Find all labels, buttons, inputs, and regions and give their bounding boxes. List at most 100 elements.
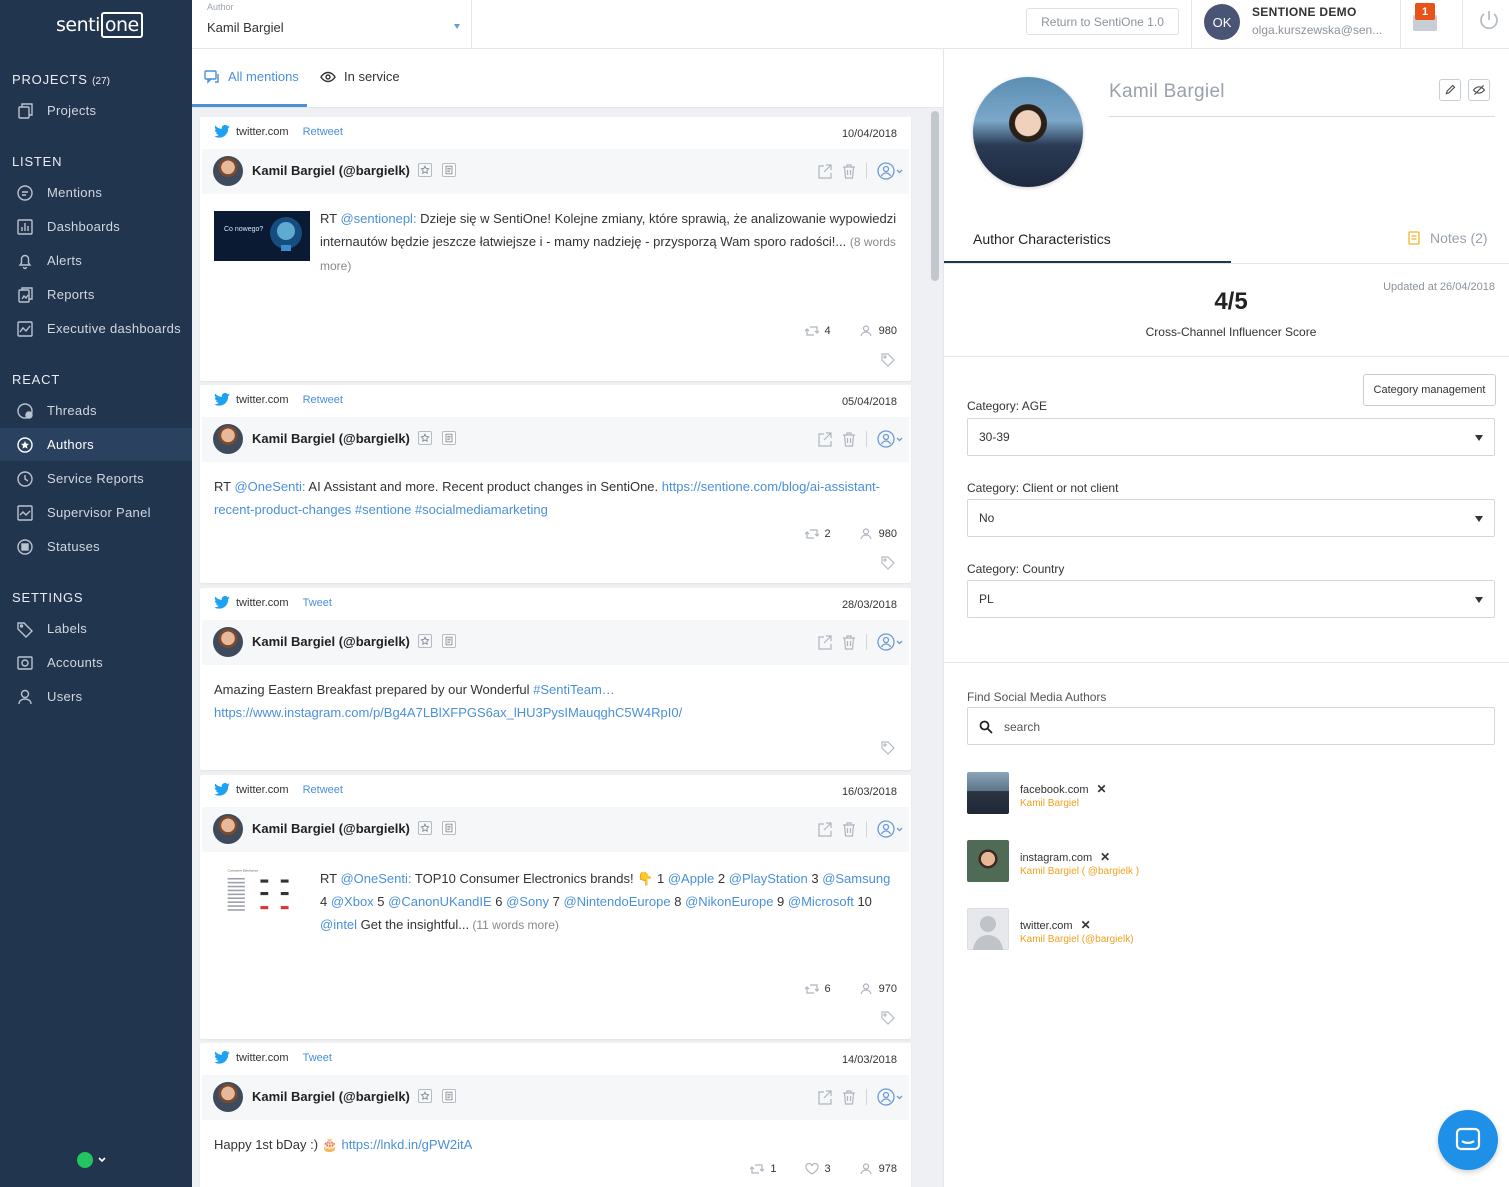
mention-link[interactable]: @Apple [668,871,714,886]
source-domain[interactable]: twitter.com [236,597,289,609]
author-name[interactable]: Kamil Bargiel (@bargielk) [252,1089,410,1104]
mention-link[interactable]: @NikonEurope [685,894,773,909]
assign-user-icon[interactable] [877,1088,903,1106]
note-icon[interactable] [442,634,456,648]
trash-icon[interactable] [842,634,856,650]
online-status-indicator[interactable] [77,1152,93,1168]
source-domain[interactable]: twitter.com [236,126,289,138]
category-country-select[interactable]: PL [967,580,1495,618]
trash-icon[interactable] [842,163,856,179]
post-thumbnail[interactable]: Consumer Electronics [214,867,310,917]
tag-icon[interactable] [881,353,895,367]
star-icon[interactable] [418,821,432,835]
star-icon[interactable] [418,163,432,177]
sidebar-item-authors[interactable]: Authors [0,428,192,461]
mention-link[interactable]: @NintendoEurope [563,894,670,909]
author-name[interactable]: Kamil Bargiel (@bargielk) [252,163,410,178]
account-name[interactable]: Kamil Bargiel (@bargielk) [1020,934,1134,945]
mention-card[interactable]: twitter.com Tweet 28/03/2018 Kamil Bargi… [200,588,911,770]
sidebar-item-supervisor-panel[interactable]: Supervisor Panel [0,496,192,529]
sidebar-item-users[interactable]: Users [0,680,192,713]
tab-notes[interactable]: Notes (2) [1408,230,1488,246]
mention-card[interactable]: twitter.com Retweet 10/04/2018 Kamil Bar… [200,117,911,381]
account-photo[interactable] [967,772,1009,814]
category-age-select[interactable]: 30-39 [967,418,1495,456]
avatar[interactable] [213,627,243,657]
hashtag-link[interactable]: #SentiTeam… [533,682,615,697]
mention-card[interactable]: twitter.com Retweet 16/03/2018 Kamil Bar… [200,775,911,1039]
avatar[interactable] [213,424,243,454]
author-name[interactable]: Kamil Bargiel (@bargielk) [252,431,410,446]
assign-user-icon[interactable] [877,820,903,838]
avatar[interactable] [213,156,243,186]
star-icon[interactable] [418,634,432,648]
tag-icon[interactable] [881,556,895,570]
url-link[interactable]: https://www.instagram.com/p/Bg4A7LBlXFPG… [214,705,682,720]
mention-card[interactable]: twitter.com Tweet 14/03/2018 Kamil Bargi… [200,1043,911,1187]
mention-link[interactable]: @PlayStation [729,871,808,886]
close-icon[interactable]: ✕ [1100,850,1110,864]
chevron-down-icon[interactable] [97,1155,107,1165]
star-icon[interactable] [418,431,432,445]
sidebar-item-threads[interactable]: Threads [0,394,192,427]
feed-scrollbar[interactable] [931,111,939,281]
mention-link[interactable]: @Samsung [822,871,890,886]
sidebar-item-executive-dashboards[interactable]: Executive dashboards [0,312,192,345]
tab-all-mentions[interactable]: All mentions [204,69,299,84]
post-thumbnail[interactable]: Co nowego? [214,211,310,261]
source-domain[interactable]: twitter.com [236,394,289,406]
search-input[interactable] [1004,717,1464,737]
sidebar-item-dashboards[interactable]: Dashboards [0,210,192,243]
mention-link[interactable]: @Xbox [331,894,374,909]
mention-link[interactable]: @OneSenti: [234,479,305,494]
trash-icon[interactable] [842,821,856,837]
trash-icon[interactable] [842,1089,856,1105]
more-words[interactable]: (11 words more) [469,918,558,932]
external-link-icon[interactable] [818,163,832,179]
power-icon[interactable] [1477,8,1501,32]
external-link-icon[interactable] [818,1089,832,1105]
sidebar-item-reports[interactable]: Reports [0,278,192,311]
mention-link[interactable]: @sentionepl: [340,211,416,226]
note-icon[interactable] [442,1089,456,1103]
hashtag-links[interactable]: #sentione #socialmediamarketing [351,502,548,517]
account-name[interactable]: Kamil Bargiel ( @bargielk ) [1020,866,1139,877]
eye-off-icon[interactable] [1468,79,1490,101]
return-to-sentione-button[interactable]: Return to SentiOne 1.0 [1026,8,1179,35]
category-client-select[interactable]: No [967,499,1495,537]
author-select[interactable]: Author Kamil Bargiel [192,0,472,49]
avatar[interactable] [213,1082,243,1112]
sidebar-item-service-reports[interactable]: Service Reports [0,462,192,495]
close-icon[interactable]: ✕ [1081,918,1091,932]
url-link[interactable]: https://lnkd.in/gPW2itA [341,1137,472,1152]
external-link-icon[interactable] [818,634,832,650]
assign-user-icon[interactable] [877,633,903,651]
author-name[interactable]: Kamil Bargiel (@bargielk) [252,821,410,836]
tag-icon[interactable] [881,1011,895,1025]
assign-user-icon[interactable] [877,430,903,448]
mention-link[interactable]: @Sony [506,894,549,909]
trash-icon[interactable] [842,431,856,447]
star-icon[interactable] [418,1089,432,1103]
category-management-button[interactable]: Category management [1363,374,1496,406]
sidebar-item-projects[interactable]: Projects [0,94,192,127]
notifications-button[interactable]: 1 [1409,3,1439,33]
account-name[interactable]: Kamil Bargiel [1020,798,1079,809]
account-photo[interactable] [967,840,1009,882]
note-icon[interactable] [442,821,456,835]
tab-in-service[interactable]: In service [320,69,400,84]
note-icon[interactable] [442,163,456,177]
tag-icon[interactable] [881,741,895,755]
mention-link[interactable]: @CanonUKandIE [388,894,492,909]
sidebar-item-accounts[interactable]: Accounts [0,646,192,679]
chat-widget-button[interactable] [1438,1110,1498,1170]
note-icon[interactable] [442,431,456,445]
external-link-icon[interactable] [818,431,832,447]
default-avatar-icon[interactable] [967,908,1009,950]
mention-card[interactable]: twitter.com Retweet 05/04/2018 Kamil Bar… [200,385,911,583]
sidebar-item-labels[interactable]: Labels [0,612,192,645]
avatar[interactable] [213,814,243,844]
user-menu[interactable]: OK SENTIONE DEMO olga.kurszewska@sen... [1191,0,1401,49]
tab-author-characteristics[interactable]: Author Characteristics [973,231,1111,247]
pencil-icon[interactable] [1439,79,1461,101]
